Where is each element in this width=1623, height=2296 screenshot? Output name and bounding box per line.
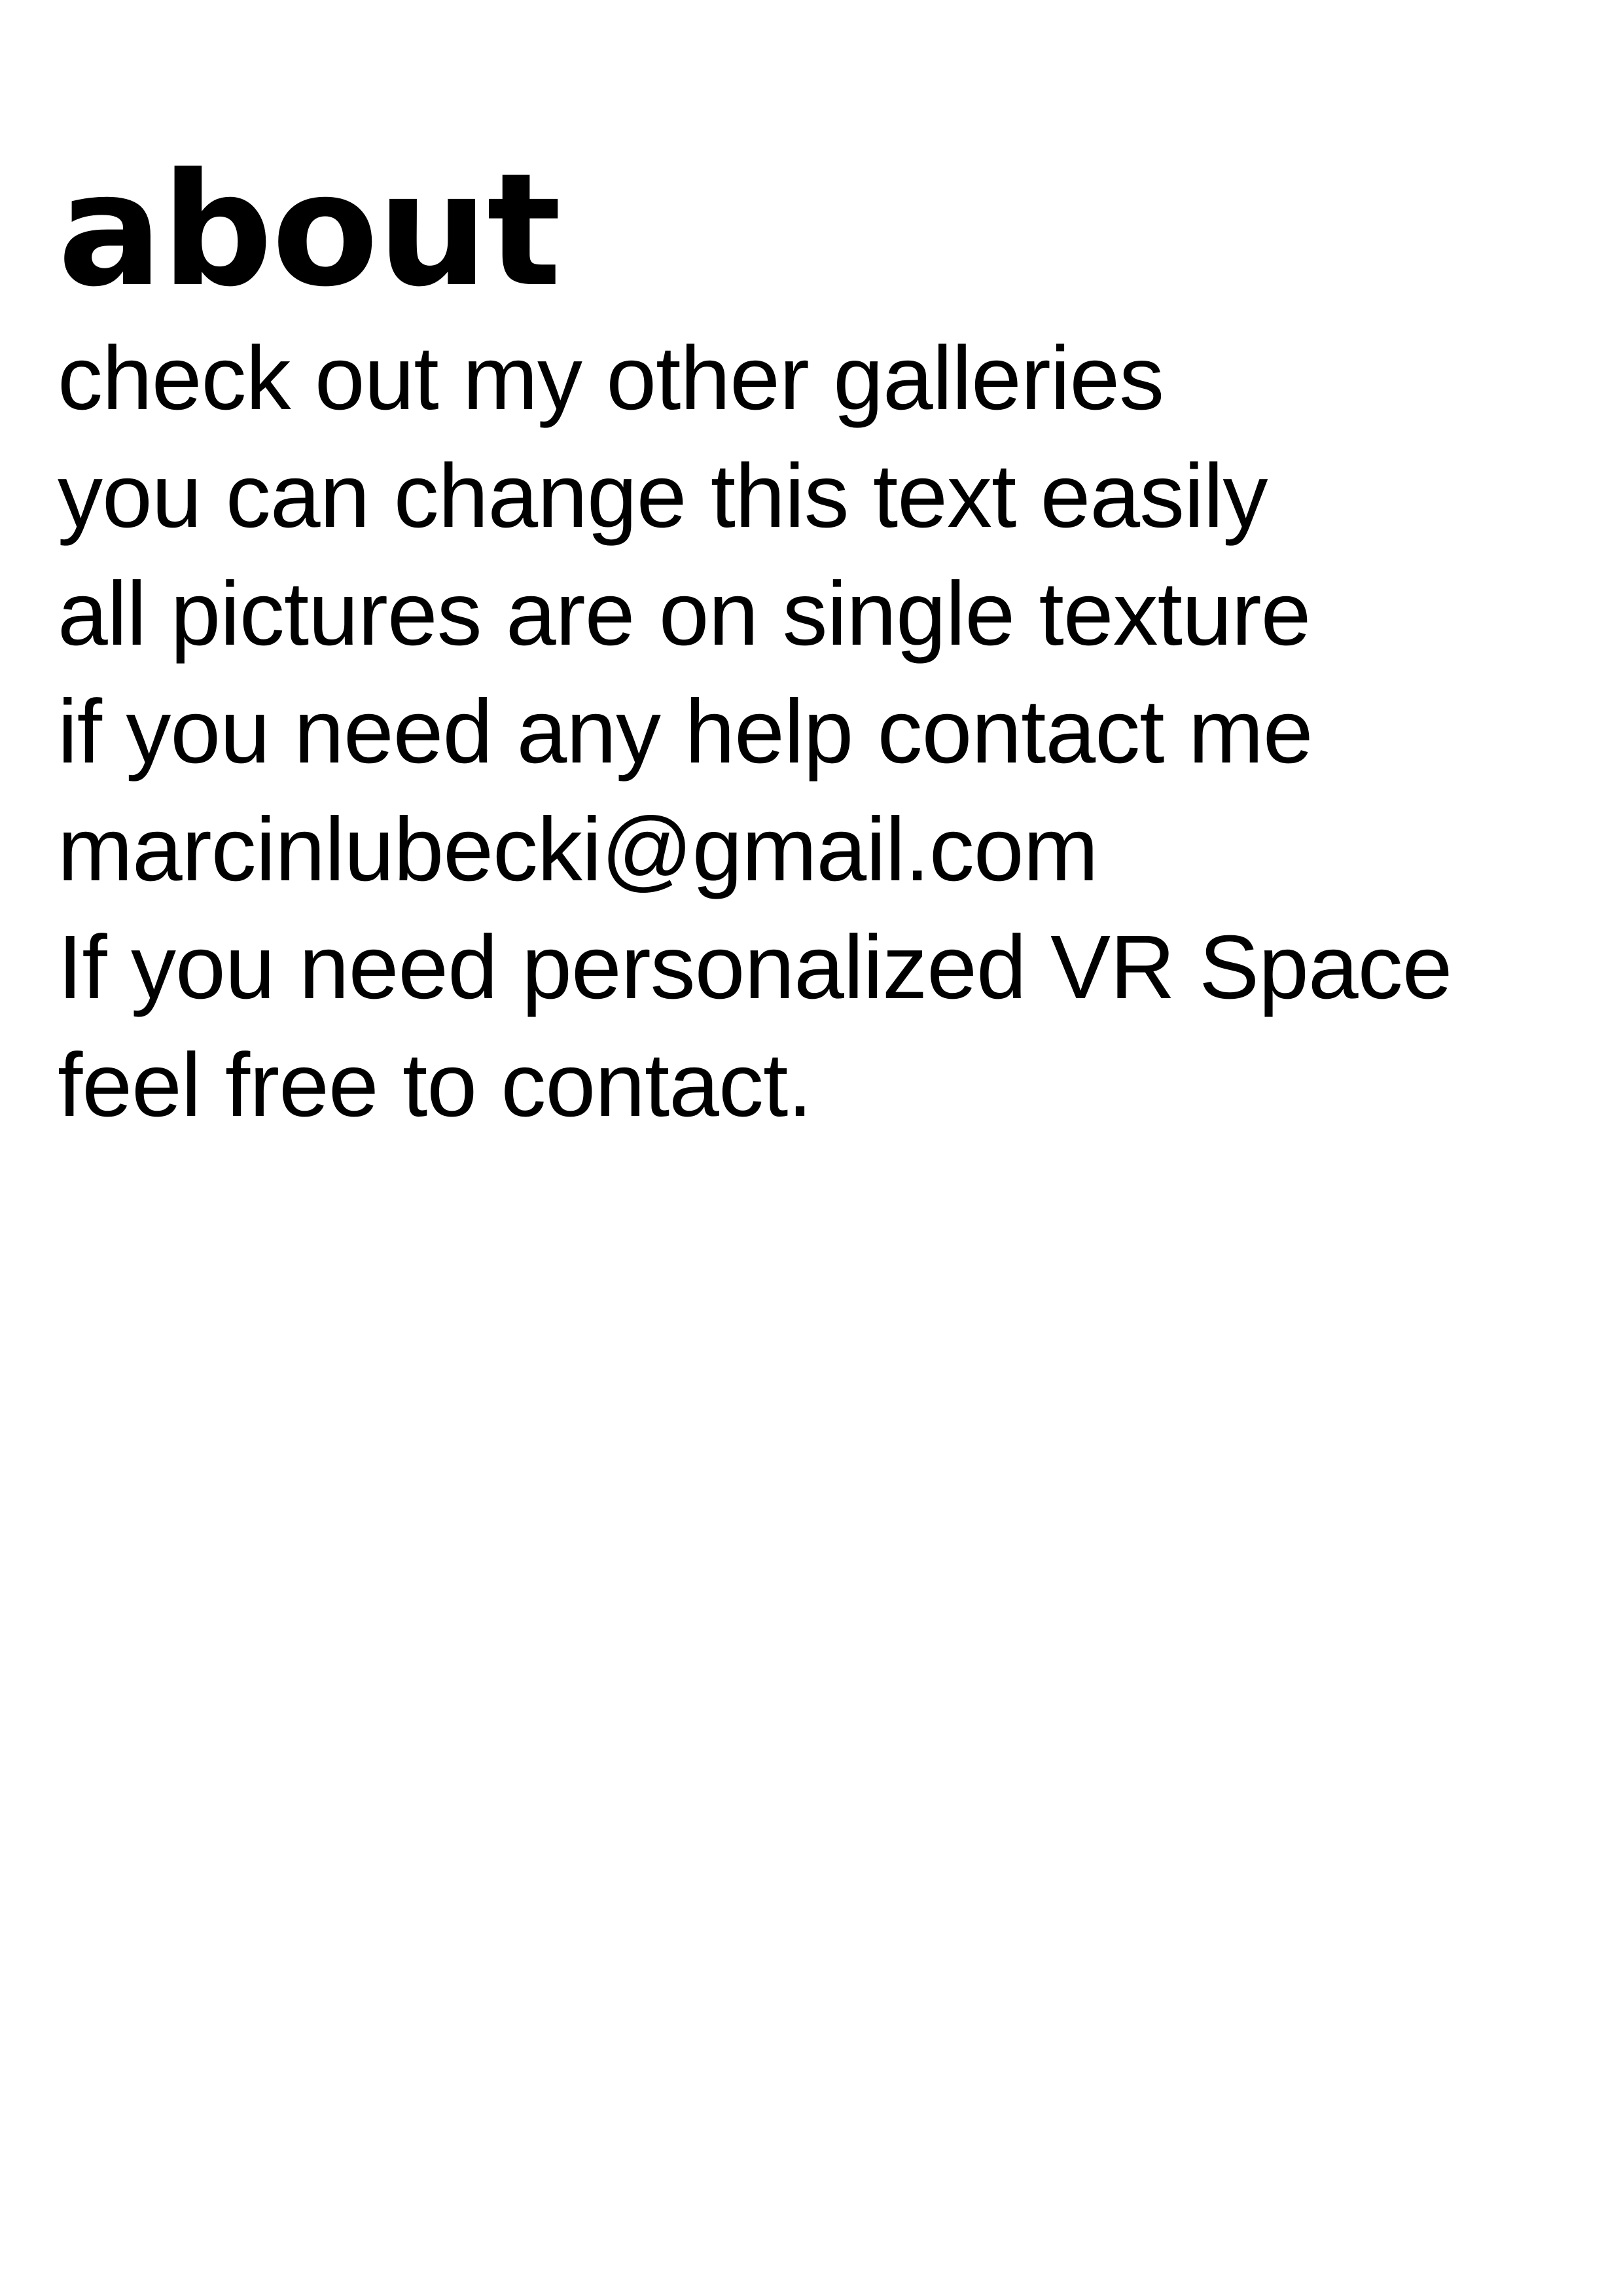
text-line-personalized-vr: If you need personalized VR Space bbox=[58, 917, 1452, 1018]
contact-email: marcinlubecki@gmail.com bbox=[58, 799, 1099, 900]
text-line-help-contact: if you need any help contact me bbox=[58, 681, 1313, 782]
page-title: about bbox=[58, 140, 562, 321]
text-line-single-texture: all pictures are on single texture bbox=[58, 564, 1311, 664]
about-content: about check out my other galleries you c… bbox=[58, 143, 1609, 1144]
page: about check out my other galleries you c… bbox=[0, 0, 1623, 2296]
text-line-change-text: you can change this text easily bbox=[58, 446, 1268, 547]
text-line-feel-free: feel free to contact. bbox=[58, 1035, 813, 1136]
text-line-galleries: check out my other galleries bbox=[58, 328, 1164, 429]
about-text: check out my other galleries you can cha… bbox=[58, 319, 1609, 1144]
